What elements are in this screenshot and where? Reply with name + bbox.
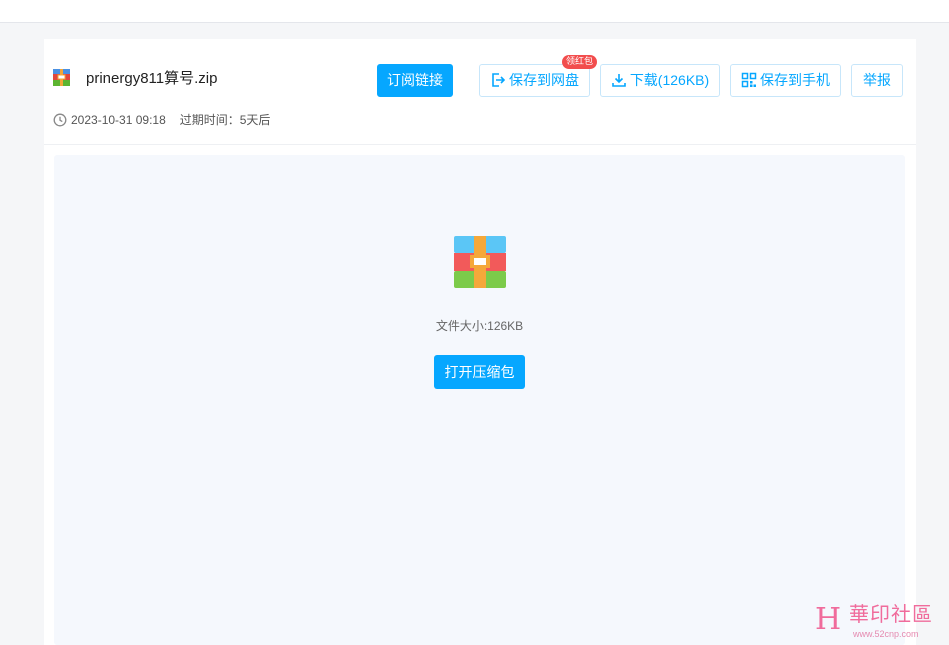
- subscribe-link-label: 订阅链接: [387, 72, 443, 88]
- red-packet-badge: 领红包: [561, 55, 597, 69]
- zip-archive-icon: [454, 236, 506, 288]
- top-bar: [0, 0, 949, 23]
- report-label: 举报: [863, 72, 891, 88]
- qr-code-icon: [741, 72, 757, 88]
- expire-time: 过期时间：5天后: [179, 113, 271, 127]
- file-meta: 2023-10-31 09:18 过期时间：5天后: [53, 112, 270, 128]
- file-size: 文件大小:126KB: [435, 319, 524, 333]
- save-to-phone-button[interactable]: 保存到手机: [730, 64, 841, 97]
- watermark: H 華印社區 www.52cnp.com: [815, 601, 945, 643]
- open-archive-button[interactable]: 打开压缩包: [434, 355, 525, 389]
- download-label: 下载(126KB): [629, 72, 710, 88]
- file-header: prinergy811算号.zip 订阅链接 保存到网盘 领红包 下载(126K…: [44, 39, 916, 145]
- file-preview: 文件大小:126KB 打开压缩包: [54, 155, 905, 645]
- file-date: 2023-10-31 09:18: [71, 113, 166, 127]
- zip-file-icon: [53, 69, 70, 86]
- clock-icon: [53, 113, 67, 127]
- file-name: prinergy811算号.zip: [86, 70, 218, 87]
- download-button[interactable]: 下载(126KB): [600, 64, 720, 97]
- open-archive-label: 打开压缩包: [444, 364, 515, 380]
- report-button[interactable]: 举报: [851, 64, 903, 97]
- watermark-url: www.52cnp.com: [853, 629, 919, 639]
- save-to-cloud-button[interactable]: 保存到网盘 领红包: [479, 55, 597, 97]
- subscribe-link-button[interactable]: 订阅链接: [377, 64, 453, 97]
- save-cloud-icon: [492, 72, 506, 87]
- save-phone-label: 保存到手机: [760, 72, 830, 88]
- watermark-logo: H: [815, 602, 842, 637]
- download-icon: [612, 73, 626, 87]
- file-card: prinergy811算号.zip 订阅链接 保存到网盘 领红包 下载(126K…: [44, 39, 916, 645]
- save-cloud-label: 保存到网盘: [509, 72, 579, 88]
- watermark-title: 華印社區: [849, 602, 933, 626]
